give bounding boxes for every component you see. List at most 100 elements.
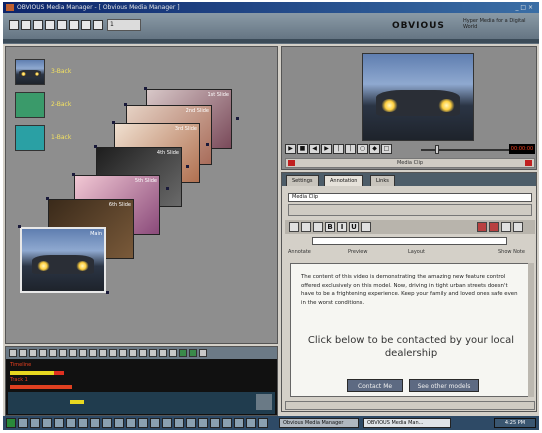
align-icon[interactable] <box>501 222 511 232</box>
align-icon[interactable] <box>513 222 523 232</box>
annotation-editor[interactable]: The content of this video is demonstrati… <box>290 263 530 397</box>
record-icon[interactable] <box>288 160 295 166</box>
status-field[interactable] <box>285 401 535 410</box>
align-icon[interactable] <box>489 222 499 232</box>
quicklaunch-icon[interactable] <box>174 418 184 428</box>
quicklaunch-icon[interactable] <box>42 418 52 428</box>
align-icon[interactable] <box>477 222 487 232</box>
stop-icon[interactable]: ■ <box>297 144 308 154</box>
tool-icon[interactable] <box>169 349 177 357</box>
quicklaunch-icon[interactable] <box>162 418 172 428</box>
resize-handle[interactable] <box>94 145 97 148</box>
timeline-bar[interactable] <box>54 371 64 375</box>
contact-me-button[interactable]: Contact Me <box>347 379 403 392</box>
option-annotate[interactable]: Annotate <box>288 249 311 255</box>
quicklaunch-icon[interactable] <box>210 418 220 428</box>
see-other-models-button[interactable]: See other models <box>409 379 479 392</box>
quicklaunch-icon[interactable] <box>18 418 28 428</box>
name-field[interactable]: Media Clip <box>288 193 532 202</box>
resize-handle[interactable] <box>18 225 21 228</box>
tool-icon[interactable] <box>69 349 77 357</box>
quicklaunch-icon[interactable] <box>198 418 208 428</box>
scrollbar[interactable] <box>528 263 534 397</box>
timeline-panel[interactable]: Timeline Track 1 <box>5 346 278 416</box>
show-note-checkbox[interactable]: Show Note <box>498 249 525 255</box>
zoom-field[interactable]: 1 <box>107 19 141 31</box>
resize-handle[interactable] <box>124 103 127 106</box>
tool-icon[interactable] <box>149 349 157 357</box>
resize-handle[interactable] <box>72 173 75 176</box>
tool-icon[interactable] <box>79 349 87 357</box>
slide-thumbnail-selected[interactable]: Main <box>20 227 106 293</box>
italic-icon[interactable]: I <box>337 222 347 232</box>
layer-thumb-2[interactable] <box>15 92 45 118</box>
tab-annotation[interactable]: Annotation <box>324 175 364 186</box>
timeline-bar[interactable] <box>70 400 84 404</box>
taskbar-task-active[interactable]: OBVIOUS Media Man... <box>363 418 451 428</box>
forward-icon[interactable]: ▶ <box>321 144 332 154</box>
layout-canvas[interactable]: 3-Back 2-Back 1-Back 1st Slide 2nd Slide… <box>5 46 278 344</box>
option-preview[interactable]: Preview <box>348 249 367 255</box>
start-icon[interactable] <box>6 418 16 428</box>
tab-links[interactable]: Links <box>370 175 395 186</box>
paste-icon[interactable] <box>69 20 79 30</box>
quicklaunch-icon[interactable] <box>66 418 76 428</box>
resize-handle[interactable] <box>112 121 115 124</box>
quicklaunch-icon[interactable] <box>150 418 160 428</box>
redo-icon[interactable] <box>93 20 103 30</box>
resize-handle[interactable] <box>236 117 239 120</box>
cut-icon[interactable] <box>45 20 55 30</box>
quicklaunch-icon[interactable] <box>138 418 148 428</box>
tool-icon[interactable] <box>179 349 187 357</box>
layer-thumb-3[interactable] <box>15 59 45 85</box>
tab-settings[interactable]: Settings <box>286 175 319 186</box>
tool-icon[interactable] <box>199 349 207 357</box>
bold-icon[interactable]: B <box>325 222 335 232</box>
link-input[interactable] <box>312 237 507 245</box>
resize-handle[interactable] <box>144 87 147 90</box>
quicklaunch-icon[interactable] <box>102 418 112 428</box>
tool-icon[interactable] <box>49 349 57 357</box>
quicklaunch-icon[interactable] <box>114 418 124 428</box>
preview-video[interactable] <box>362 53 474 141</box>
quicklaunch-icon[interactable] <box>54 418 64 428</box>
underline-icon[interactable]: U <box>349 222 359 232</box>
quicklaunch-icon[interactable] <box>258 418 268 428</box>
resize-handle[interactable] <box>46 197 49 200</box>
open-icon[interactable] <box>21 20 31 30</box>
tool-icon[interactable] <box>59 349 67 357</box>
undo-icon[interactable] <box>81 20 91 30</box>
timeline-bar[interactable] <box>10 385 72 389</box>
quicklaunch-icon[interactable] <box>126 418 136 428</box>
tool-icon[interactable] <box>159 349 167 357</box>
record-icon[interactable] <box>525 160 532 166</box>
tool-icon[interactable] <box>109 349 117 357</box>
save-icon[interactable] <box>33 20 43 30</box>
quicklaunch-icon[interactable] <box>90 418 100 428</box>
copy-icon[interactable] <box>301 222 311 232</box>
settings-icon[interactable]: □ <box>381 144 392 154</box>
loop-icon[interactable]: ○ <box>357 144 368 154</box>
quicklaunch-icon[interactable] <box>222 418 232 428</box>
tool-icon[interactable] <box>19 349 27 357</box>
window-controls[interactable]: _ □ × <box>515 2 533 13</box>
step-forward-icon[interactable]: | <box>345 144 356 154</box>
taskbar-task[interactable]: Obvious Media Manager <box>279 418 359 428</box>
tool-icon[interactable] <box>89 349 97 357</box>
tool-icon[interactable] <box>119 349 127 357</box>
layer-thumb-1[interactable] <box>15 125 45 151</box>
option-layout[interactable]: Layout <box>408 249 425 255</box>
font-color-icon[interactable] <box>361 222 371 232</box>
tool-icon[interactable] <box>39 349 47 357</box>
quicklaunch-icon[interactable] <box>246 418 256 428</box>
quicklaunch-icon[interactable] <box>234 418 244 428</box>
cut-icon[interactable] <box>289 222 299 232</box>
copy-icon[interactable] <box>57 20 67 30</box>
tool-icon[interactable] <box>139 349 147 357</box>
quicklaunch-icon[interactable] <box>186 418 196 428</box>
resize-handle[interactable] <box>166 187 169 190</box>
new-icon[interactable] <box>9 20 19 30</box>
rewind-icon[interactable]: ◀ <box>309 144 320 154</box>
resize-handle[interactable] <box>206 143 209 146</box>
tool-icon[interactable] <box>9 349 17 357</box>
